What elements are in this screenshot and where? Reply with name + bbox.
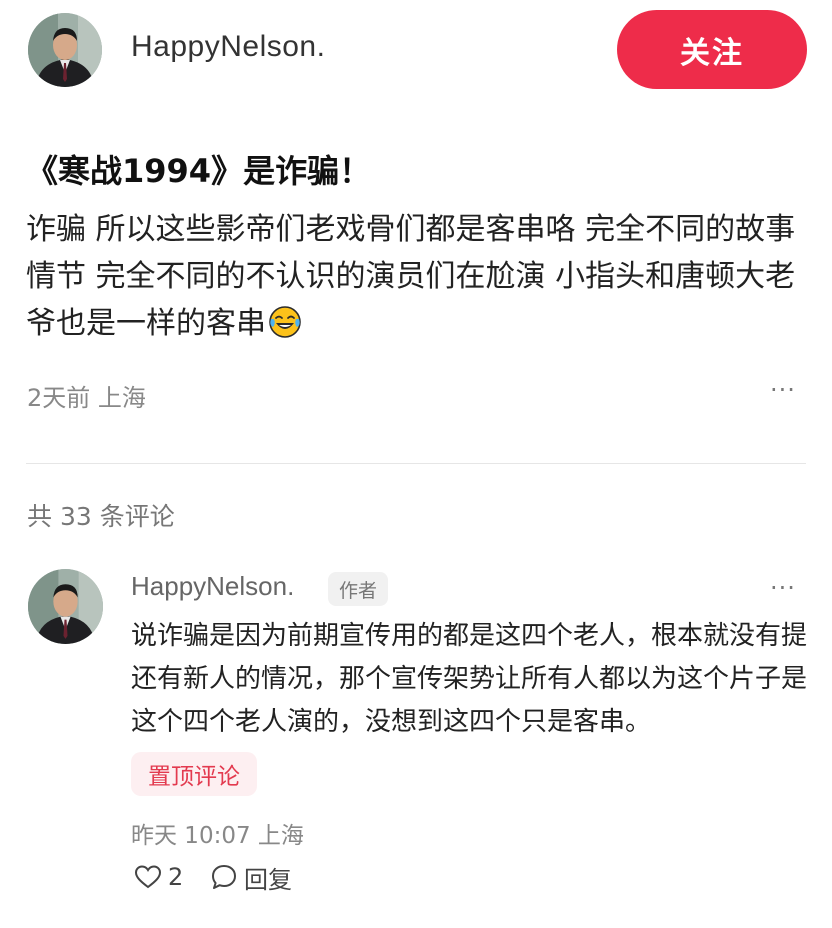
comment-author-avatar[interactable] <box>28 569 103 644</box>
reply-button[interactable]: 回复 <box>210 862 292 894</box>
comment-count: 共 33 条评论 <box>27 502 175 531</box>
post-author-avatar[interactable] <box>28 13 102 87</box>
post-username[interactable]: HappyNelson. <box>131 30 325 64</box>
follow-button[interactable]: 关注 <box>617 10 807 89</box>
post-title: 《寒战1994》是诈骗！ <box>26 152 372 190</box>
author-badge: 作者 <box>328 572 388 606</box>
comment-more-icon[interactable]: ··· <box>770 574 796 602</box>
comment-text: 说诈骗是因为前期宣传用的都是这四个老人，根本就没有提还有新人的情况，那个宣传架势… <box>131 621 808 737</box>
comment-bubble-icon <box>212 865 236 889</box>
comment-meta: 昨天 10:07 上海 <box>131 823 304 849</box>
comment-username[interactable]: HappyNelson. <box>131 571 294 602</box>
divider <box>26 463 806 464</box>
post-body-text: 诈骗 所以这些影帝们老戏骨们都是客串咯 完全不同的故事情节 完全不同的不认识的演… <box>26 212 796 341</box>
avatar-image <box>28 569 103 644</box>
reply-label: 回复 <box>244 865 292 894</box>
heart-icon <box>134 865 162 889</box>
like-count: 2 <box>168 863 184 891</box>
laughing-tears-emoji-icon <box>269 306 301 338</box>
like-button[interactable]: 2 <box>134 862 183 892</box>
post-body: 诈骗 所以这些影帝们老戏骨们都是客串咯 完全不同的故事情节 完全不同的不认识的演… <box>26 206 806 347</box>
post-meta: 2天前 上海 <box>27 384 146 412</box>
avatar-image <box>28 13 102 87</box>
pinned-comment-badge: 置顶评论 <box>131 752 257 796</box>
post-more-icon[interactable]: ··· <box>770 376 796 404</box>
